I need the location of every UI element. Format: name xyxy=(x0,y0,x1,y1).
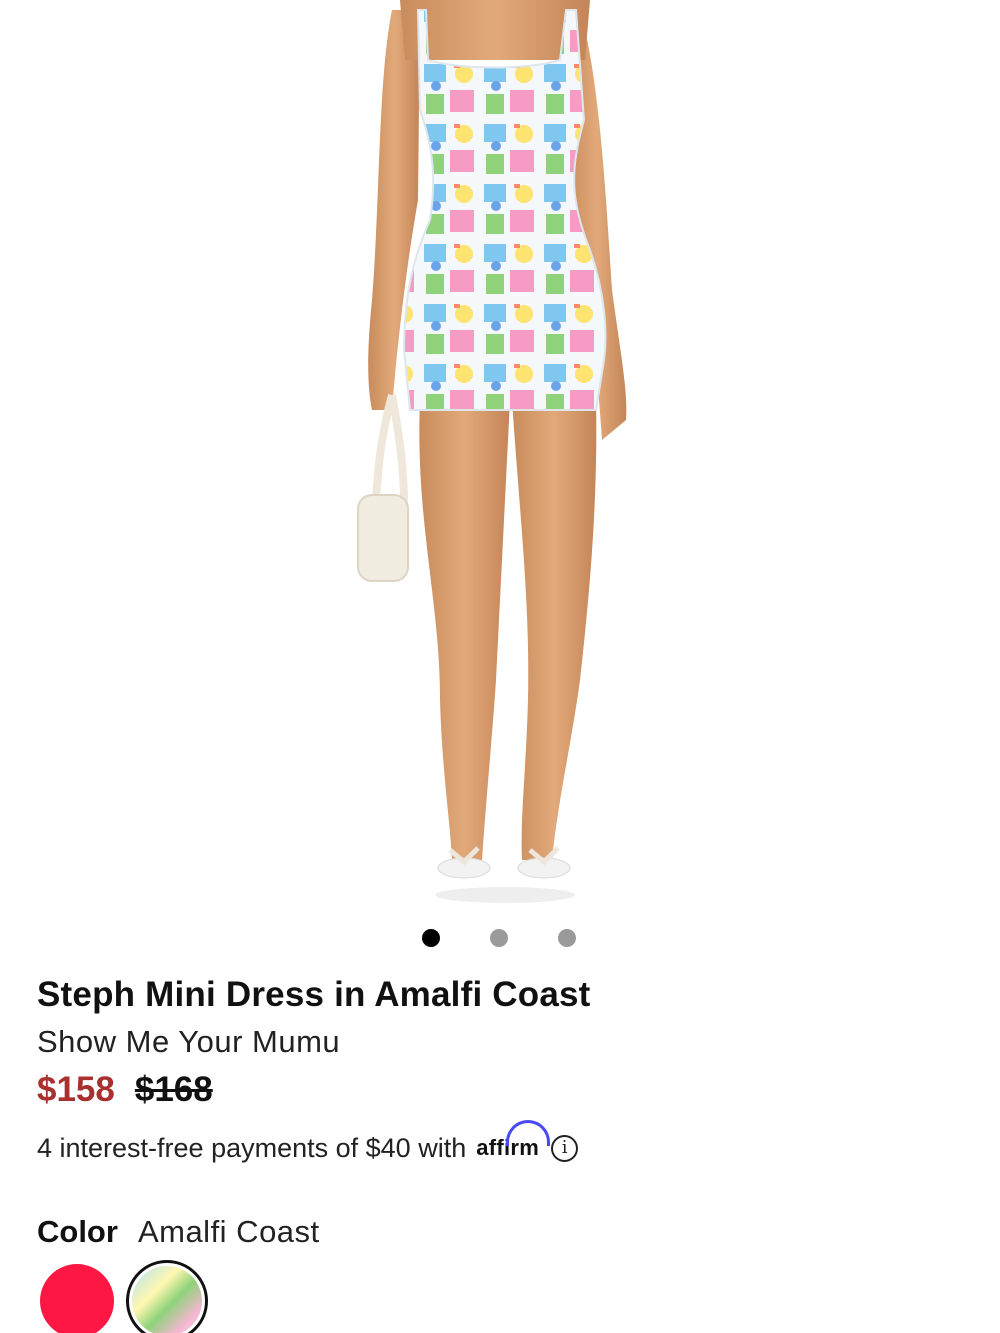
price-row: $158 $168 xyxy=(37,1068,967,1112)
product-title: Steph Mini Dress in Amalfi Coast xyxy=(37,975,591,1014)
product-info: Steph Mini Dress in Amalfi Coast Show Me… xyxy=(37,972,967,1252)
product-page: Steph Mini Dress in Amalfi Coast Show Me… xyxy=(0,0,1000,1333)
carousel-dot-2[interactable] xyxy=(490,929,508,947)
info-icon[interactable]: i xyxy=(551,1134,579,1162)
color-swatches xyxy=(40,1260,208,1333)
swatch-amalfi-coast-print xyxy=(132,1266,202,1333)
product-image[interactable] xyxy=(0,0,1000,915)
brand-link[interactable]: Show Me Your Mumu xyxy=(37,1022,967,1062)
model-illustration xyxy=(357,0,627,903)
affirm-payment-row: 4 interest-free payments of $40 with aff… xyxy=(37,1120,967,1168)
carousel-indicator xyxy=(0,929,1000,949)
original-price: $168 xyxy=(134,1070,213,1109)
affirm-payment-text: 4 interest-free payments of $40 with xyxy=(37,1133,467,1163)
carousel-dot-1[interactable] xyxy=(422,929,440,947)
affirm-logo: affirm xyxy=(476,1120,551,1168)
swatch-amalfi-coast-selected[interactable] xyxy=(126,1260,208,1333)
color-row: Color Amalfi Coast xyxy=(37,1212,967,1252)
color-value: Amalfi Coast xyxy=(137,1214,320,1249)
swatch-red[interactable] xyxy=(40,1264,114,1333)
color-label: Color xyxy=(37,1214,118,1249)
carousel-dot-3[interactable] xyxy=(558,929,576,947)
sale-price: $158 xyxy=(37,1070,115,1109)
